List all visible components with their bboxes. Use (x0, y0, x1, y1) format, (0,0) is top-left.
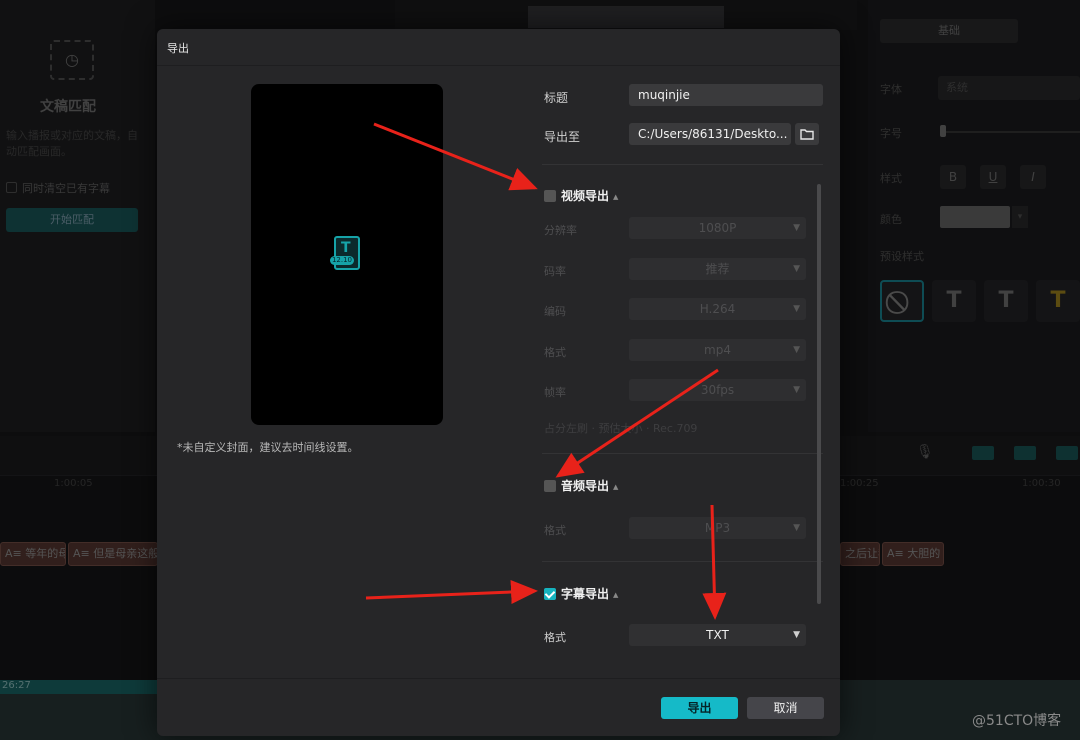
arrow-to-audio-export (555, 368, 719, 478)
annotation-arrows (365, 122, 727, 620)
arrow-to-subtitle-export (365, 580, 538, 604)
arrow-to-subtitle-format (702, 504, 727, 620)
arrow-to-video-export (373, 122, 538, 191)
